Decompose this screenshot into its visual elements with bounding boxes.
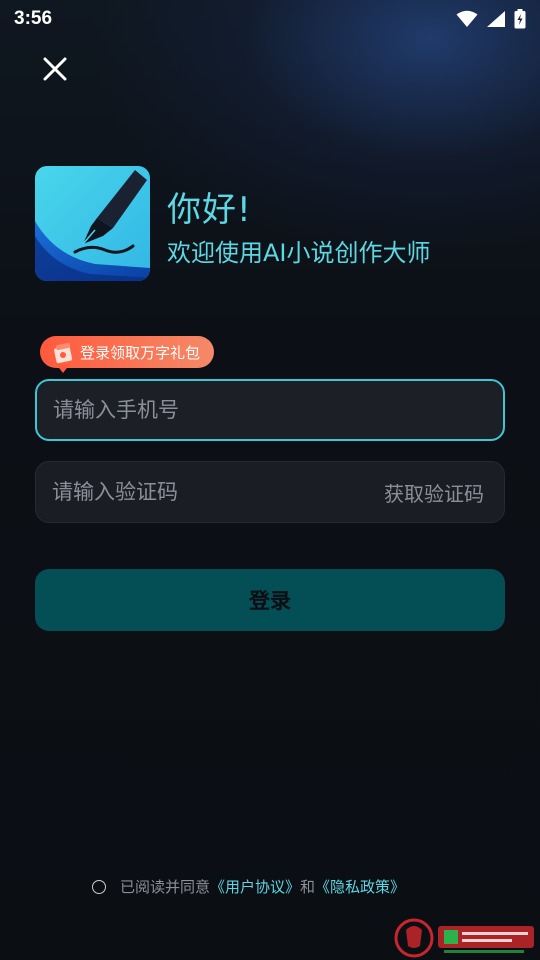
- privacy-policy-link[interactable]: 《隐私政策》: [315, 876, 405, 897]
- status-icons: [456, 9, 526, 29]
- signal-icon: [487, 11, 505, 27]
- agreement-row: 已阅读并同意 《用户协议》 和 《隐私政策》: [92, 876, 405, 897]
- pen-nib-logo: [35, 166, 150, 281]
- close-icon: [43, 57, 67, 81]
- greeting-subtitle: 欢迎使用AI小说创作大师: [167, 239, 431, 267]
- close-button[interactable]: [36, 50, 74, 88]
- phone-field-container: [35, 379, 505, 441]
- status-time: 3:56: [14, 8, 53, 29]
- login-button[interactable]: 登录: [35, 569, 505, 631]
- gift-icon: [54, 342, 73, 364]
- agreement-checkbox[interactable]: [92, 879, 106, 894]
- wifi-icon: [456, 10, 478, 27]
- get-code-button[interactable]: 获取验证码: [384, 478, 484, 507]
- site-watermark-logo: [394, 918, 534, 958]
- verification-code-input[interactable]: [52, 480, 384, 504]
- agreement-prefix: 已阅读并同意: [120, 878, 211, 896]
- promo-label: 登录领取万字礼包: [80, 343, 201, 362]
- app-logo: [35, 166, 150, 281]
- code-field-container: 获取验证码: [35, 461, 505, 523]
- status-bar: 3:56: [0, 0, 540, 38]
- battery-charging-icon: [514, 9, 526, 29]
- promo-badge-pointer: [56, 364, 70, 373]
- user-agreement-link[interactable]: 《用户协议》: [210, 876, 300, 897]
- greeting-title: 你好!: [167, 190, 252, 230]
- agreement-and: 和: [300, 878, 316, 896]
- phone-input[interactable]: [53, 398, 487, 422]
